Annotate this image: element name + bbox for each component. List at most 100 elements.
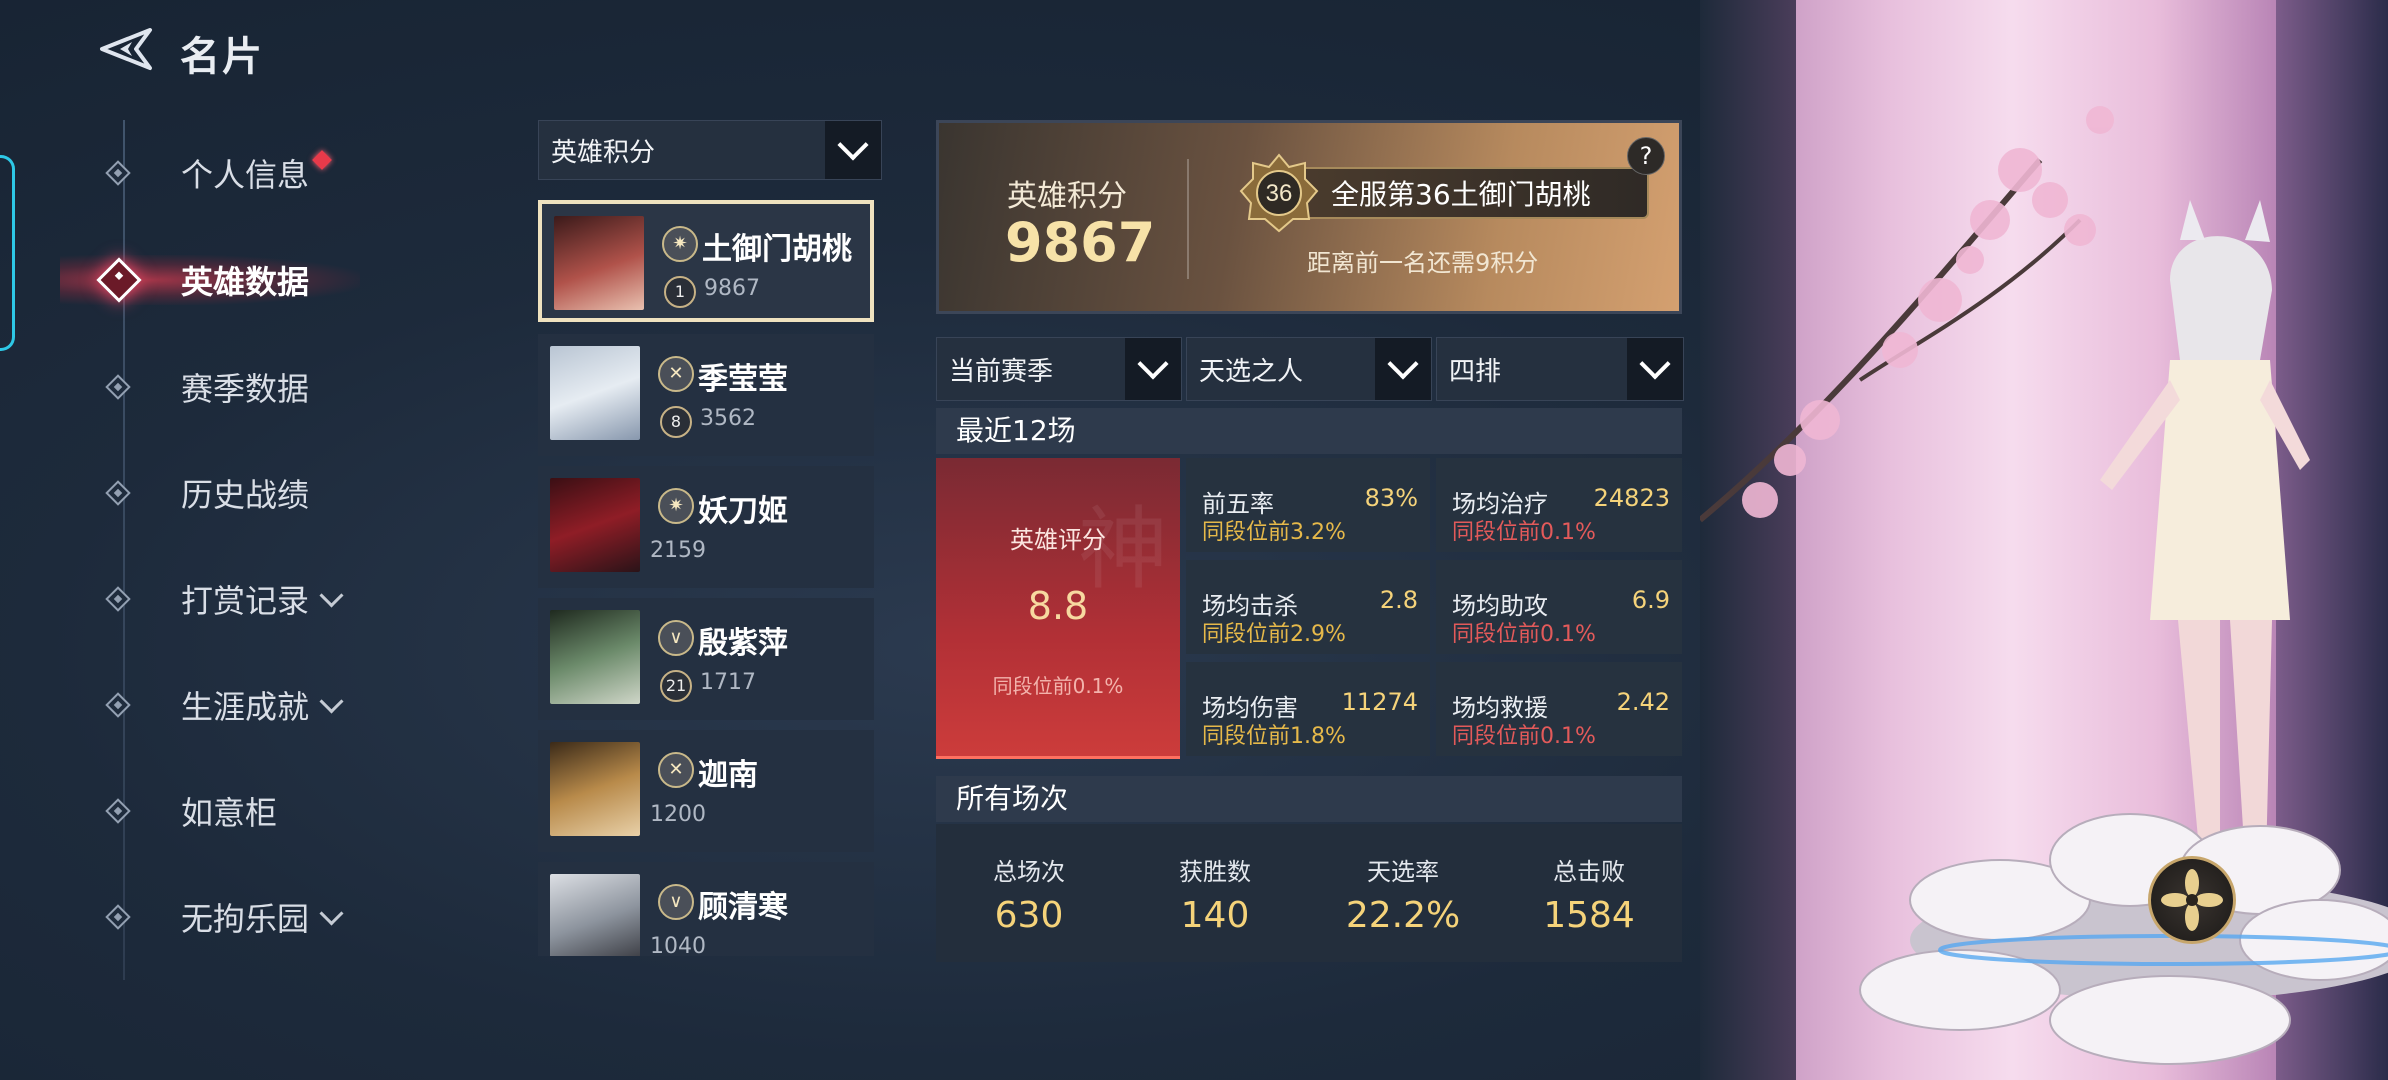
diamond-icon [105,586,131,612]
back-button[interactable] [96,24,154,74]
hero-card[interactable]: ✷ 妖刀姬 2159 [538,466,874,588]
dropdown-button[interactable] [1627,338,1683,400]
sidebar-item-reward-record[interactable]: 打赏记录 [100,569,344,629]
hero-score: 3562 [700,406,756,431]
dropdown-button[interactable] [1125,338,1181,400]
chevron-down-icon [837,129,869,161]
hero-portrait [550,478,640,572]
hero-name: 妖刀姬 [698,494,788,529]
season-dropdown[interactable]: 当前赛季 [936,337,1182,401]
hero-portrait [550,874,640,956]
chevron-down-icon [1387,348,1419,380]
stat-rank: 同段位前0.1% [1452,520,1596,545]
sidebar-item-hero-data[interactable]: 英雄数据 [96,250,310,310]
chevron-down-icon [319,900,344,926]
rank-star-icon: ✷ [658,488,694,524]
all-matches-panel: 总场次 630 获胜数 140 天选率 22.2% 总击败 1584 [936,824,1682,962]
sidebar-line [123,120,125,980]
hero-score: 1717 [700,670,756,695]
diamond-icon [105,692,131,718]
sidebar-item-paradise[interactable]: 无拘乐园 [100,887,344,947]
hero-score: 1040 [650,934,706,956]
help-button[interactable]: ? [1627,137,1665,175]
queue-dropdown[interactable]: 四排 [1436,337,1684,401]
dropdown-button[interactable] [825,121,881,179]
dropdown-label: 当前赛季 [949,356,1054,387]
mode-dropdown[interactable]: 天选之人 [1186,337,1432,401]
stat-rank: 同段位前3.2% [1202,520,1346,545]
rank-chevron-icon: ∨ [658,620,694,656]
hero-name: 土御门胡桃 [702,232,852,267]
back-arrow-icon [100,28,152,70]
recent-section-title: 最近12场 [936,408,1682,454]
sidebar-item-ruyi-cabinet[interactable]: 如意柜 [100,781,277,841]
rank-subtitle: 距离前一名还需9积分 [1307,249,1539,277]
hero-portrait [550,346,640,440]
stat-value: 11274 [1341,688,1418,716]
hero-name: 迦南 [698,758,758,793]
dropdown-label: 四排 [1449,356,1502,387]
stat-value: 6.9 [1631,586,1670,614]
hero-portrait [554,216,644,310]
emblem-button[interactable] [2148,856,2236,944]
hero-score: 9867 [704,276,760,301]
hero-portrait [550,610,640,704]
diamond-icon [96,257,142,303]
notification-dot-icon [312,150,332,170]
chevron-down-icon [319,582,344,608]
sidebar-item-label: 如意柜 [181,794,278,832]
stat-value: 83% [1364,484,1418,512]
stat-rank: 同段位前0.1% [1452,724,1596,749]
sidebar-item-career-achievements[interactable]: 生涯成就 [100,675,344,735]
hero-card[interactable]: ✕ 迦南 1200 [538,730,874,852]
hero-score: 1200 [650,802,706,827]
stat-avg-kills: 场均击杀 2.8 同段位前2.9% [1186,560,1430,654]
sidebar-item-label: 生涯成就 [181,688,310,726]
sidebar-item-label: 个人信息 [181,156,310,194]
hero-sort-dropdown[interactable]: 英雄积分 [538,120,882,180]
all-label: 获胜数 [1179,858,1251,886]
stat-avg-heal: 场均治疗 24823 同段位前0.1% [1436,458,1682,552]
hero-card[interactable]: ∨ 殷紫萍 21 1717 [538,598,874,720]
sidebar-item-label: 历史战绩 [181,476,310,514]
stat-value: 2.42 [1616,688,1670,716]
all-section-title: 所有场次 [936,776,1682,822]
rank-medal-icon: 36 [1239,153,1319,233]
all-value: 1584 [1543,895,1635,936]
rating-rank: 同段位前0.1% [992,674,1124,698]
all-value: 140 [1180,895,1250,936]
hero-level: 1 [664,276,696,308]
edge-tab[interactable] [0,155,15,351]
hero-card[interactable]: ✕ 季莹莹 8 3562 [538,334,874,456]
stat-avg-rescue: 场均救援 2.42 同段位前0.1% [1436,662,1682,756]
dropdown-label: 天选之人 [1199,356,1304,387]
total-defeats: 总击败 1584 [1496,852,1682,936]
sidebar-item-season-data[interactable]: 赛季数据 [100,357,309,417]
sidebar-item-label: 英雄数据 [181,263,310,301]
sidebar-item-history[interactable]: 历史战绩 [100,463,309,523]
rating-value: 8.8 [1027,584,1089,628]
hero-card[interactable]: ✷ 土御门胡桃 1 9867 [538,200,874,322]
character-illustration [1700,106,2388,1065]
hero-score: 2159 [650,538,706,563]
flower-emblem-icon [2161,869,2223,931]
all-label: 总击败 [1553,858,1625,886]
all-label: 天选率 [1367,858,1439,886]
summary-value: 9867 [1005,211,1156,274]
sidebar-item-personal-info[interactable]: 个人信息 [100,143,332,203]
stat-rank: 同段位前1.8% [1202,724,1346,749]
page-title: 名片 [180,34,264,80]
dropdown-button[interactable] [1375,338,1431,400]
diamond-icon [105,480,131,506]
sidebar-item-label: 赛季数据 [181,370,310,408]
stat-value: 2.8 [1379,586,1418,614]
rank-text: 全服第36土御门胡桃 [1331,178,1591,211]
hero-rating-card: 神 英雄评分 8.8 同段位前0.1% [936,458,1180,759]
stat-value: 24823 [1593,484,1670,512]
hero-card[interactable]: ∨ 顾清寒 1040 [538,862,874,956]
rating-label: 英雄评分 [1010,526,1106,554]
sidebar-item-label: 无拘乐园 [181,900,310,938]
diamond-icon [105,160,131,186]
stat-rank: 同段位前0.1% [1452,622,1596,647]
diamond-icon [105,374,131,400]
